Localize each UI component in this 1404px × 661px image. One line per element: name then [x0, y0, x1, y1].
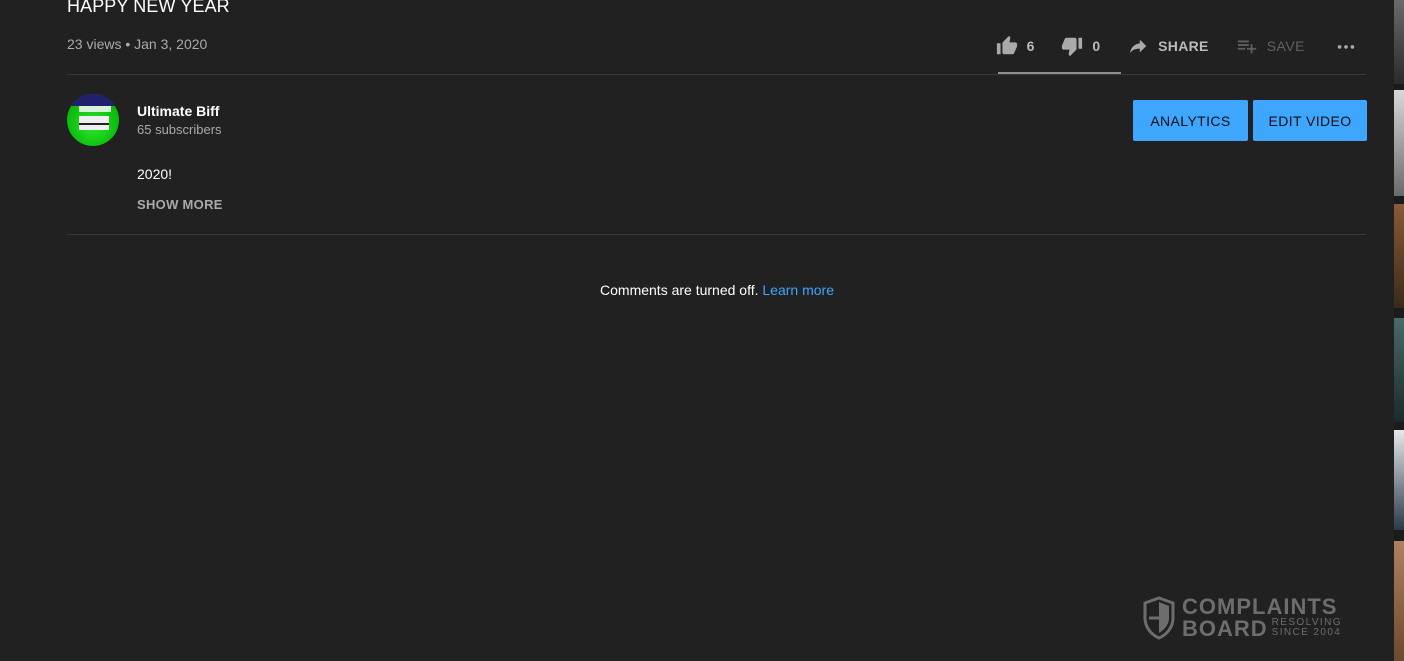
- dislike-button[interactable]: 0: [1061, 35, 1100, 57]
- like-count: 6: [1026, 38, 1035, 54]
- watermark-tag2: SINCE 2004: [1271, 627, 1342, 638]
- thumbnail[interactable]: [1394, 541, 1404, 661]
- divider: [67, 74, 1366, 75]
- more-actions-button[interactable]: [1334, 35, 1358, 57]
- video-title: HAPPY NEW YEAR: [67, 0, 230, 16]
- thumbnail[interactable]: [1394, 204, 1404, 308]
- watch-page: HAPPY NEW YEAR 23 views • Jan 3, 2020 6 …: [0, 0, 1404, 661]
- show-more-button[interactable]: SHOW MORE: [137, 197, 223, 212]
- like-button[interactable]: 6: [996, 35, 1035, 57]
- more-icon: [1337, 45, 1355, 49]
- divider: [67, 234, 1366, 235]
- action-bar: 6 0 SHARE SAVE: [996, 30, 1358, 62]
- share-button[interactable]: SHARE: [1127, 35, 1209, 57]
- share-icon: [1129, 39, 1147, 54]
- save-label: SAVE: [1266, 38, 1305, 54]
- channel-avatar[interactable]: [67, 94, 119, 146]
- share-label: SHARE: [1158, 38, 1209, 54]
- video-meta: 23 views • Jan 3, 2020: [67, 36, 208, 52]
- analytics-button[interactable]: ANALYTICS: [1133, 100, 1248, 141]
- thumbnail[interactable]: [1394, 90, 1404, 196]
- thumb-up-icon: [996, 35, 1017, 55]
- subscriber-count: 65 subscribers: [137, 122, 222, 137]
- save-button[interactable]: SAVE: [1236, 35, 1305, 57]
- comments-off-message: Comments are turned off. Learn more: [0, 282, 1404, 298]
- shield-icon: [1143, 596, 1175, 640]
- thumb-down-icon: [1062, 37, 1083, 57]
- related-thumbnail-strip: [1394, 0, 1404, 661]
- playlist-add-icon: [1237, 40, 1256, 54]
- thumbnail[interactable]: [1394, 318, 1404, 422]
- thumbnail[interactable]: [1394, 430, 1404, 530]
- thumbnail[interactable]: [1394, 0, 1404, 84]
- complaintsboard-watermark: COMPLAINTS BOARD RESOLVING SINCE 2004: [1142, 596, 1342, 640]
- watermark-line2: BOARD: [1182, 616, 1268, 641]
- watermark-line1: COMPLAINTS: [1182, 594, 1338, 619]
- edit-video-button[interactable]: EDIT VIDEO: [1253, 100, 1367, 141]
- learn-more-link[interactable]: Learn more: [762, 282, 834, 298]
- description-text: 2020!: [137, 166, 173, 182]
- channel-name[interactable]: Ultimate Biff: [137, 103, 219, 119]
- dislike-count: 0: [1092, 38, 1101, 54]
- comments-off-text: Comments are turned off.: [600, 282, 759, 298]
